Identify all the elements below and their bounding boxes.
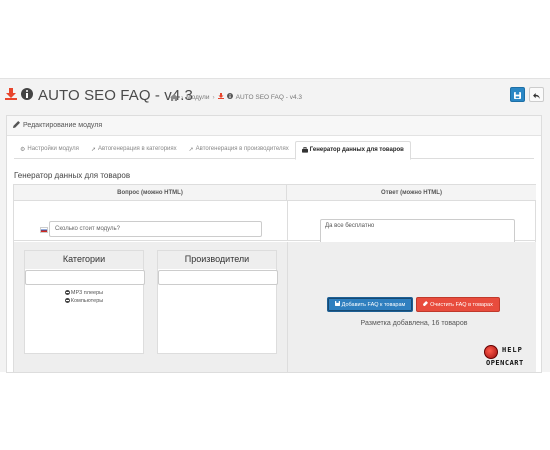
watermark-line2: OPENCART: [486, 359, 524, 367]
list-item[interactable]: Компьютеры: [25, 297, 143, 305]
pencil-icon: [13, 121, 20, 130]
floppy-icon: [514, 86, 521, 104]
list-item-label: Компьютеры: [70, 298, 104, 304]
tab-module-settings[interactable]: ⚙ Настройки модуля: [14, 141, 85, 159]
faq-table: Вопрос (можно HTML) Ответ (можно HTML) С…: [13, 184, 536, 372]
answer-text: Да все бесплатно: [325, 223, 375, 229]
tab-manufacturer-autogen[interactable]: ➚ Автогенерация в производителях: [183, 141, 295, 159]
reply-icon: [533, 86, 540, 104]
title-icons: [5, 88, 33, 100]
categories-label: Категории: [62, 254, 106, 264]
tab-product-generator[interactable]: Генератор данных для товаров: [294, 141, 411, 160]
clear-faq-button[interactable]: Очистить FAQ в товарах: [416, 297, 500, 312]
rocket-icon: ➚: [90, 147, 96, 153]
remove-icon[interactable]: [64, 298, 70, 304]
categories-input[interactable]: [25, 270, 145, 285]
section-title: Генератор данных для товаров: [14, 171, 131, 180]
breadcrumb-item-modules[interactable]: Модули: [186, 94, 209, 101]
breadcrumb-item-current[interactable]: AUTO SEO FAQ - v4.3: [236, 94, 302, 101]
panel-heading: Редактирование модуля: [7, 116, 541, 136]
app-window: AUTO SEO FAQ - v4.3 › Модули › AUTO SEO …: [0, 78, 550, 373]
faq-input-row: Сколько стоит модуль? Да все бесплатно: [14, 201, 536, 251]
answer-header: Ответ (можно HTML): [287, 185, 536, 201]
manufacturers-input[interactable]: [158, 270, 278, 285]
question-header: Вопрос (можно HTML): [14, 185, 287, 201]
watermark-line1: HELP: [502, 346, 523, 354]
gear-icon: ⚙: [20, 147, 26, 153]
module-panel: Редактирование модуля ⚙ Настройки модуля…: [6, 115, 542, 373]
ru-flag-icon: [40, 227, 48, 233]
watermark-logo: HELP OPENCART: [484, 345, 546, 371]
add-faq-label: Добавить FAQ к товарам: [341, 301, 406, 308]
tab-category-autogen[interactable]: ➚ Автогенерация в категориях: [85, 141, 183, 159]
list-item[interactable]: MP3 плееры: [25, 289, 143, 297]
opencart-ball-icon: [484, 345, 498, 359]
download-icon: [5, 88, 17, 100]
question-input[interactable]: Сколько стоит модуль?: [49, 221, 262, 237]
save-button[interactable]: [510, 87, 525, 102]
categories-list: MP3 плееры Компьютеры: [25, 289, 143, 305]
categories-box: Категории MP3 плееры Компьютеры: [24, 250, 145, 354]
tab-label: Автогенерация в категориях: [97, 146, 177, 152]
add-faq-button[interactable]: Добавить FAQ к товарам: [327, 297, 413, 312]
page-header: AUTO SEO FAQ - v4.3 › Модули › AUTO SEO …: [0, 79, 550, 113]
eraser-icon: [423, 301, 429, 308]
back-button[interactable]: [529, 87, 544, 102]
column-divider: [287, 242, 288, 372]
breadcrumb-download-icon: [217, 93, 224, 101]
tab-bar: ⚙ Настройки модуля ➚ Автогенерация в кат…: [14, 141, 534, 160]
remove-icon[interactable]: [64, 290, 70, 296]
panel-heading-label: Редактирование модуля: [23, 122, 103, 129]
filter-row: Категории MP3 плееры Компьютеры Производ…: [14, 242, 536, 372]
rocket-icon: ➚: [188, 147, 194, 153]
briefcase-icon: [301, 147, 308, 159]
status-text: Разметка добавлена, 16 товаров: [360, 320, 468, 327]
breadcrumb-info-icon: [226, 93, 233, 101]
breadcrumb-separator: ›: [212, 93, 215, 101]
tab-label: Автогенерация в производителях: [195, 146, 289, 152]
list-item-label: MP3 плееры: [70, 290, 104, 296]
tab-label: Генератор данных для товаров: [309, 147, 404, 153]
breadcrumb-separator: ›: [181, 93, 184, 101]
manufacturers-box: Производители: [157, 250, 278, 354]
info-icon: [21, 88, 33, 100]
tab-label: Настройки модуля: [27, 146, 79, 152]
floppy-icon: [334, 301, 340, 308]
clear-faq-label: Очистить FAQ в товарах: [430, 301, 493, 308]
breadcrumb: › Модули › AUTO SEO FAQ - v4.3: [170, 93, 302, 101]
manufacturers-label: Производители: [184, 254, 250, 264]
column-divider: [287, 201, 288, 241]
home-icon[interactable]: [170, 93, 178, 101]
